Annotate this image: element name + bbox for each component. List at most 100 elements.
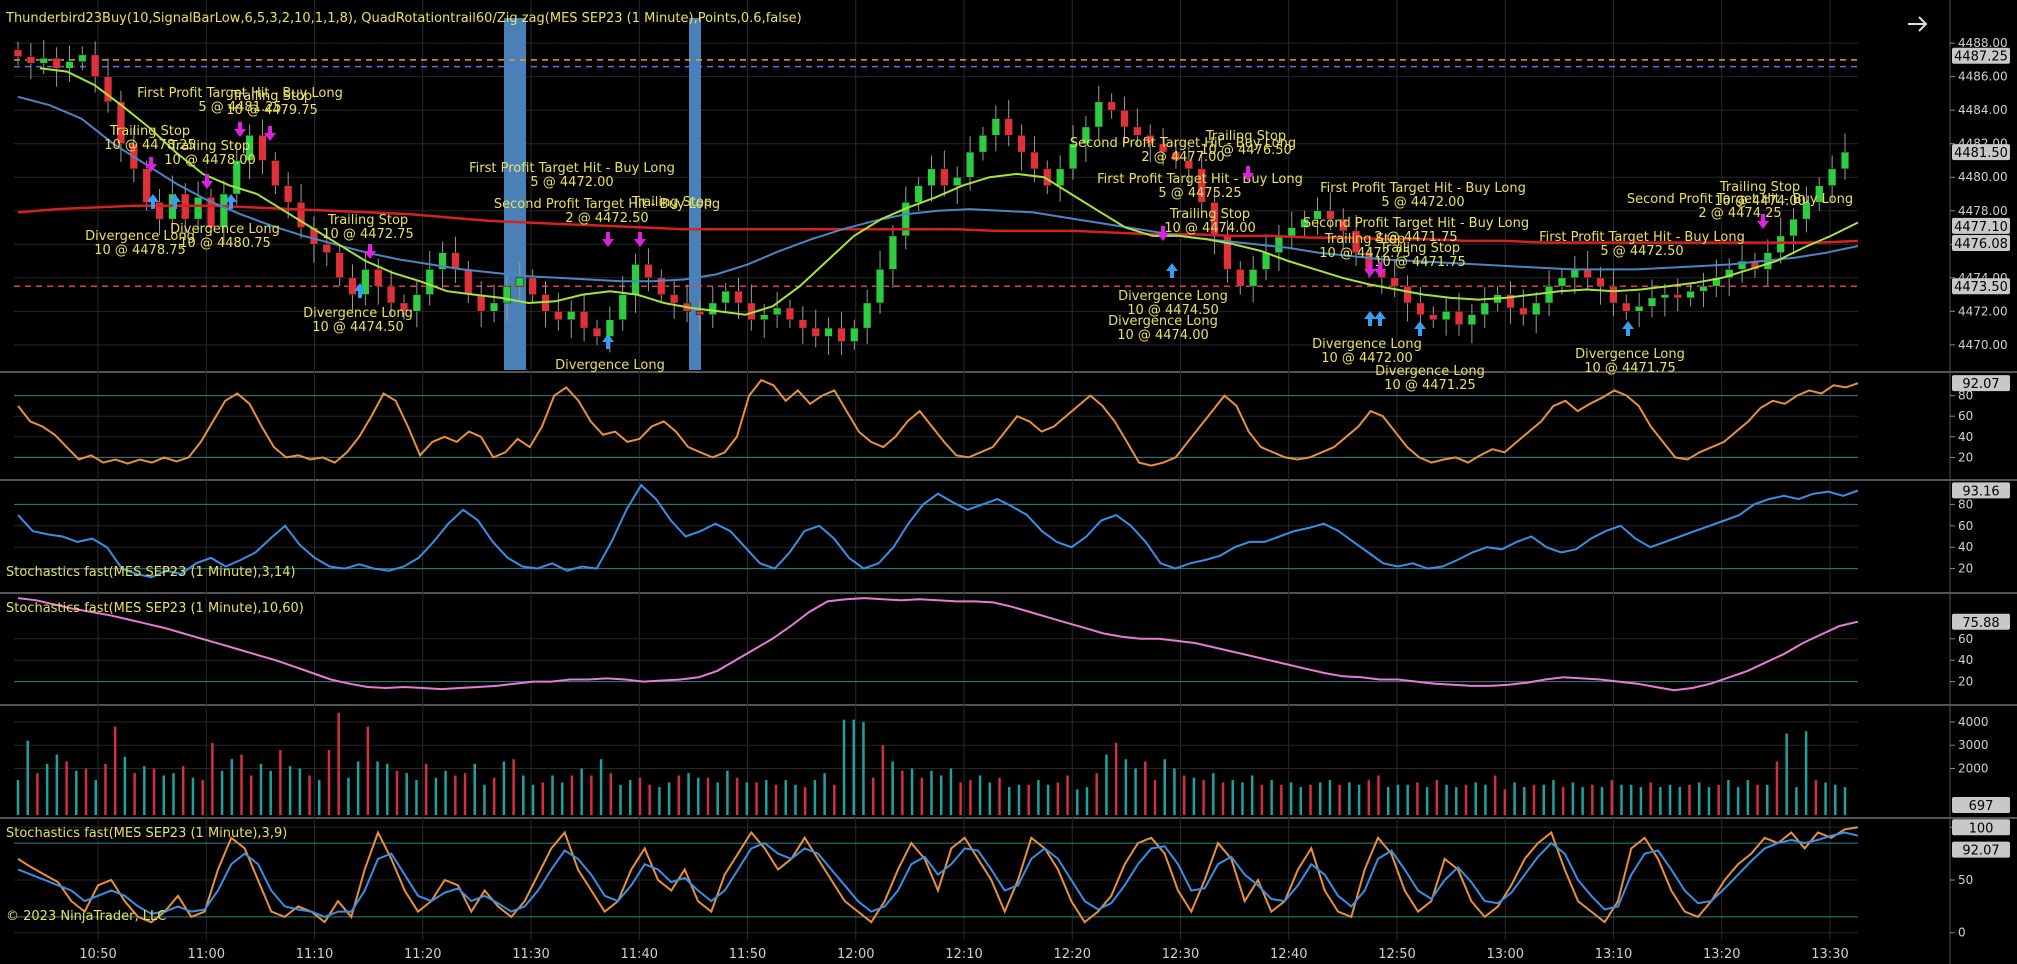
annotation-detail: 2 @ 4472.50 <box>565 211 648 226</box>
value-tag-text: 92.07 <box>1962 844 1999 859</box>
annotation-detail: 10 @ 4476.50 <box>1200 143 1292 158</box>
session-band <box>689 18 701 370</box>
y-tick-label: 4484.00 <box>1958 103 2008 117</box>
candle-body <box>875 269 885 304</box>
annotation-label: Second Profit Target Hit - Buy Long <box>1303 216 1529 231</box>
candle-body <box>1030 151 1039 170</box>
y-tick-label: 4000 <box>1958 715 1989 729</box>
y-tick-label: 4478.00 <box>1958 204 2008 218</box>
candle-body <box>618 294 627 320</box>
time-tick-label: 12:00 <box>837 947 874 962</box>
candle-body <box>1056 168 1065 186</box>
candle-body <box>1416 302 1425 315</box>
candle-body <box>927 168 936 186</box>
candle-body <box>773 307 782 315</box>
time-tick-label: 13:00 <box>1487 947 1524 962</box>
annotation-detail: 10 @ 4471.75 <box>1584 361 1676 376</box>
candle-body <box>1480 302 1489 315</box>
price-tag-text: 4487.25 <box>1954 50 2008 65</box>
annotation-label: Trailing Stop <box>109 124 190 139</box>
candle-body <box>528 277 537 295</box>
candle-body <box>1429 314 1438 320</box>
candle-body <box>91 54 100 77</box>
value-tag-text: 75.88 <box>1962 616 1999 631</box>
candle-body <box>39 57 48 64</box>
trading-chart[interactable]: First Profit Target Hit - Buy Long5 @ 44… <box>0 0 2017 964</box>
candle-body <box>1673 294 1682 299</box>
y-tick-label: 40 <box>1958 430 1973 444</box>
annotation-label: Trailing Stop <box>327 213 408 228</box>
candle-body <box>1274 235 1283 253</box>
candle-body <box>940 168 949 186</box>
candle-body <box>1660 294 1669 299</box>
annotation-label: Trailing Stop <box>231 89 312 104</box>
annotation-label: Divergence Long <box>555 358 665 373</box>
annotation-detail: 10 @ 4474.00 <box>1117 328 1209 343</box>
candle-body <box>26 56 35 64</box>
time-tick-label: 12:50 <box>1378 947 1415 962</box>
annotation-detail: 10 @ 4471.75 <box>1374 255 1466 270</box>
candle-body <box>1544 285 1554 304</box>
candle-body <box>554 311 563 320</box>
candle-body <box>914 185 923 203</box>
copyright-text: © 2023 NinjaTrader, LLC <box>6 909 166 924</box>
candle-body <box>194 197 203 220</box>
candle-body <box>451 252 460 270</box>
annotation-detail: 10 @ 4478.00 <box>164 153 256 168</box>
candle-body <box>1686 290 1695 299</box>
candle-body <box>142 168 151 203</box>
annotation-detail: 10 @ 4474.00 <box>1714 194 1806 209</box>
candle-body <box>734 290 743 304</box>
annotation-label: Trailing Stop <box>169 139 250 154</box>
candle-body <box>721 290 730 304</box>
value-tag-text: 697 <box>1969 799 1994 814</box>
annotation-label: Divergence Long <box>1375 364 1485 379</box>
candle-body <box>785 307 795 320</box>
annotation-detail: 10 @ 4474.50 <box>312 320 404 335</box>
candle-body <box>1120 109 1129 128</box>
candle-body <box>991 118 1000 136</box>
time-tick-label: 11:10 <box>296 947 333 962</box>
candle-body <box>953 176 962 186</box>
candle-body <box>65 61 74 69</box>
annotation-detail: 5 @ 4475.25 <box>1158 186 1241 201</box>
value-tag-text: 93.16 <box>1962 484 1999 499</box>
price-tag-text: 4476.08 <box>1954 237 2008 252</box>
candle-body <box>1519 307 1528 315</box>
annotation-label: First Profit Target Hit - Buy Long <box>1097 172 1303 187</box>
candle-body <box>644 264 653 279</box>
candle-body <box>580 311 589 329</box>
annotation-label: First Profit Target Hit - Buy Long <box>469 161 675 176</box>
candle-body <box>978 135 988 153</box>
candle-body <box>1570 269 1579 279</box>
indicator-title: Thunderbird23Buy(10,SignalBarLow,6,5,3,2… <box>5 11 802 26</box>
price-axis[interactable]: 4488.004486.004484.004482.004480.004478.… <box>1950 36 2010 940</box>
y-tick-label: 0 <box>1958 926 1966 940</box>
candle-body <box>1828 168 1837 186</box>
y-tick-label: 20 <box>1958 675 1973 689</box>
y-tick-label: 80 <box>1958 497 1973 511</box>
candle-body <box>708 302 717 315</box>
annotation-detail: 10 @ 4478.75 <box>94 243 186 258</box>
price-tag-text: 4481.50 <box>1954 146 2008 161</box>
candle-body <box>863 302 872 329</box>
candle-body <box>348 277 357 295</box>
value-tag-text: 92.07 <box>1962 377 1999 392</box>
y-tick-label: 3000 <box>1958 738 1989 752</box>
candle-body <box>489 302 499 312</box>
y-tick-label: 20 <box>1958 450 1973 464</box>
candle-body <box>760 314 769 320</box>
candle-body <box>1789 218 1798 237</box>
candle-body <box>1261 252 1271 270</box>
candle-body <box>824 327 833 337</box>
candle-body <box>850 327 859 342</box>
panel-title-stoch-3-9: Stochastics fast(MES SEP23 (1 Minute),3,… <box>6 826 287 841</box>
candle-body <box>1699 285 1708 292</box>
annotation-detail: 5 @ 4472.50 <box>1600 244 1683 259</box>
y-tick-label: 60 <box>1958 409 1973 423</box>
annotation-label: Divergence Long <box>1108 314 1218 329</box>
candle-body <box>837 327 846 342</box>
candle-body <box>670 294 679 304</box>
time-tick-label: 13:20 <box>1703 947 1740 962</box>
candle-body <box>1236 269 1245 287</box>
